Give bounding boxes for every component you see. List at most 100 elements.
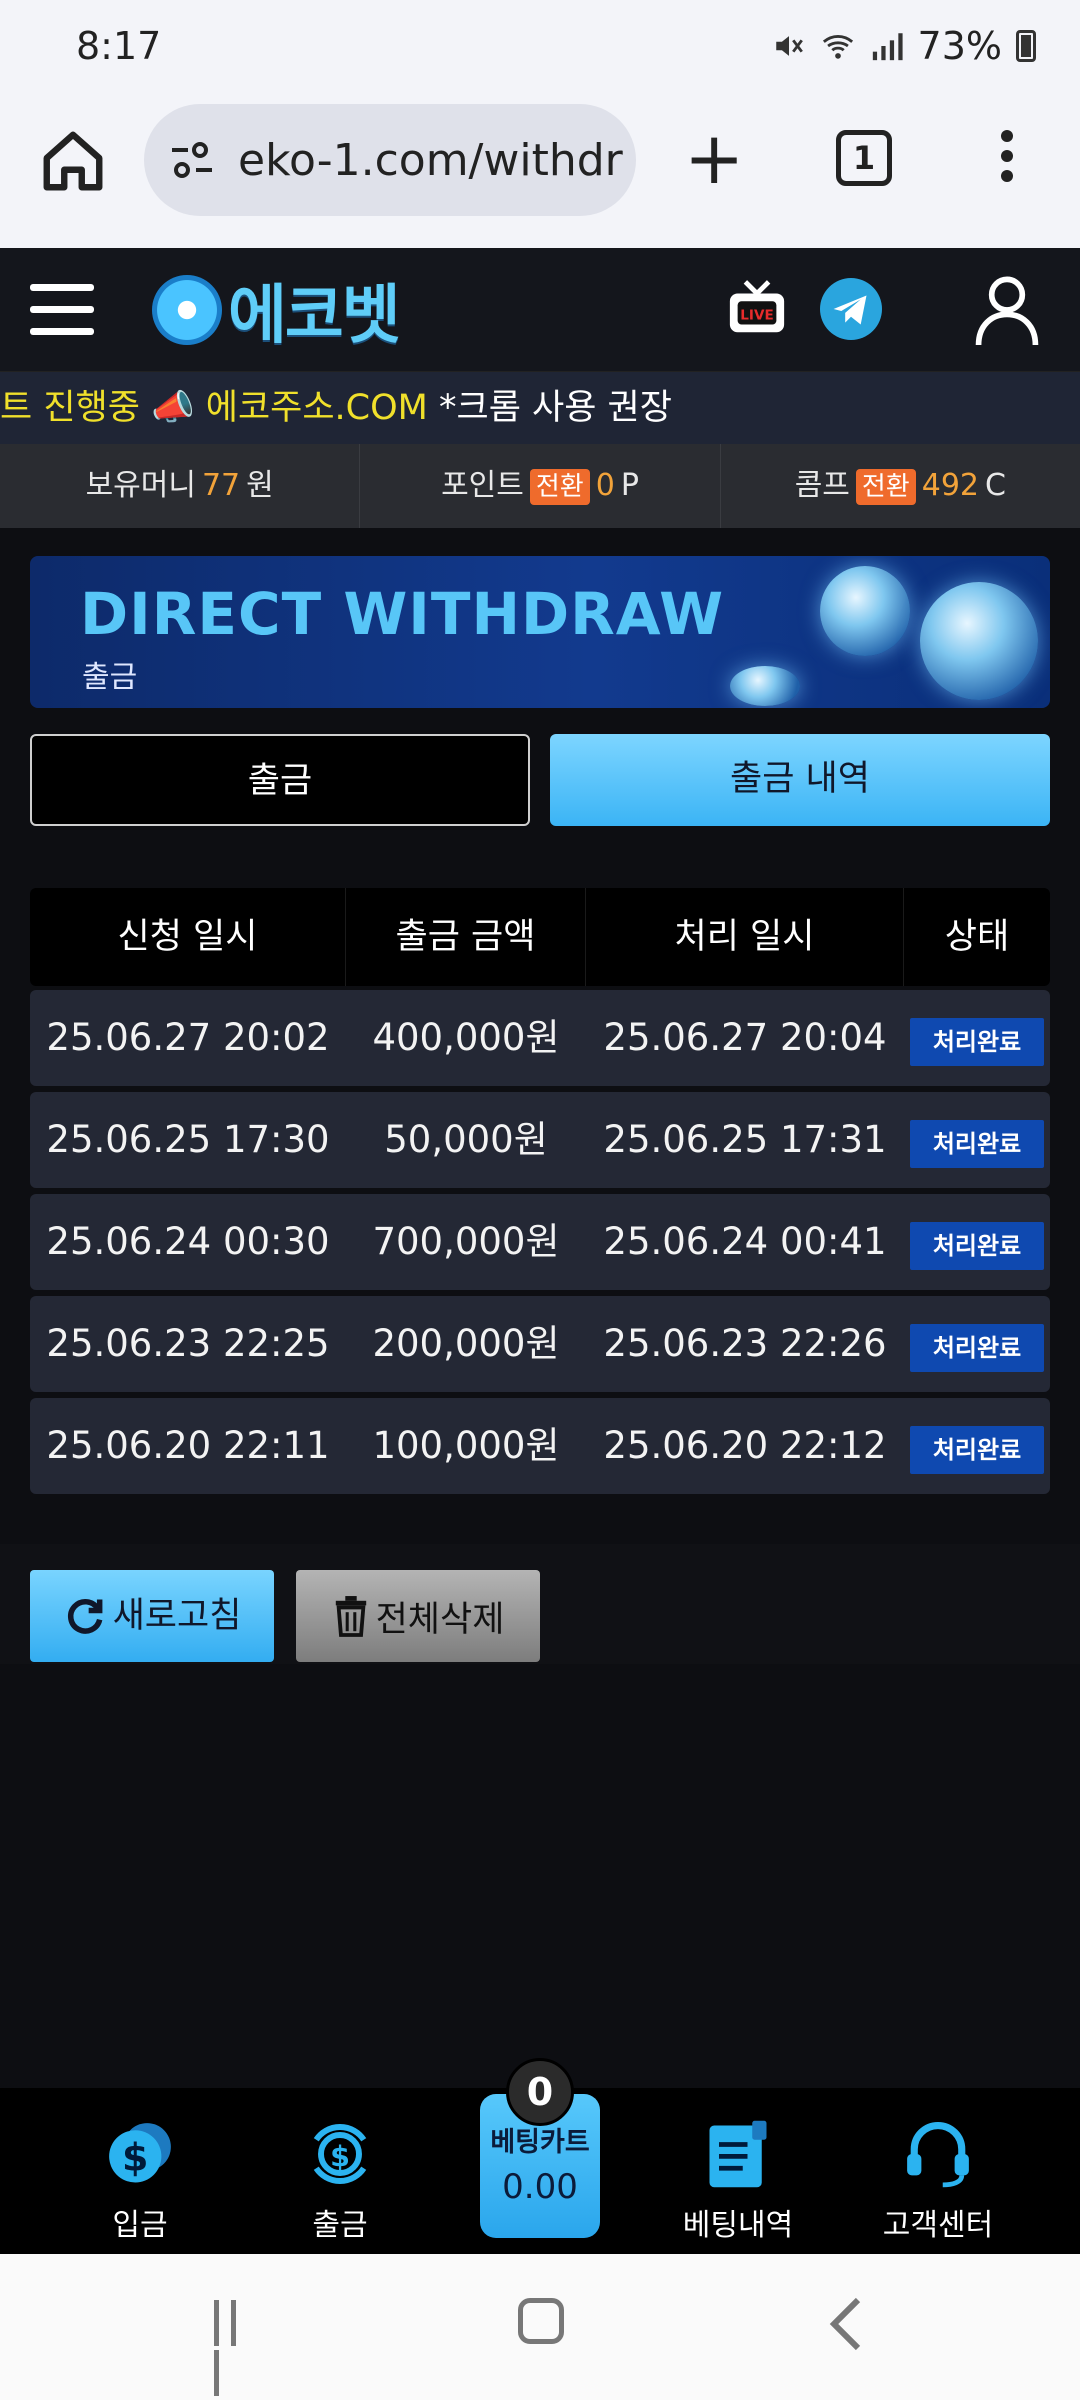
header-processed: 처리 일시 bbox=[586, 888, 904, 986]
status-badge: 처리완료 bbox=[910, 1222, 1044, 1270]
table-row: 25.06.24 00:30 700,000원 25.06.24 00:41 처… bbox=[30, 1194, 1050, 1290]
balance-money-unit: 원 bbox=[246, 468, 274, 503]
banner-title: DIRECT WITHDRAW bbox=[80, 580, 725, 648]
cart-value: 0.00 bbox=[502, 2167, 578, 2207]
row-processed: 25.06.23 22:26 bbox=[603, 1322, 887, 1365]
coin-image bbox=[820, 566, 910, 656]
row-requested: 25.06.25 17:30 bbox=[46, 1118, 330, 1161]
row-amount: 200,000원 bbox=[372, 1322, 560, 1365]
table-actions: 새로고침 전체삭제 bbox=[0, 1544, 1080, 1664]
banner-subtitle: 출금 bbox=[82, 660, 138, 695]
withdraw-banner: DIRECT WITHDRAW 출금 bbox=[30, 556, 1050, 708]
recent-apps-icon[interactable] bbox=[214, 2300, 262, 2396]
tab-withdraw[interactable]: 출금 bbox=[30, 734, 530, 826]
row-requested: 25.06.23 22:25 bbox=[46, 1322, 330, 1365]
wifi-icon bbox=[822, 35, 853, 59]
url-text: eko-1.com/withdr bbox=[238, 134, 623, 186]
tab-switcher-button[interactable]: 1 bbox=[836, 130, 892, 186]
status-badge: 처리완료 bbox=[910, 1120, 1044, 1168]
row-processed: 25.06.27 20:04 bbox=[603, 1016, 887, 1059]
site-settings-icon[interactable] bbox=[168, 140, 216, 180]
status-badge: 처리완료 bbox=[910, 1018, 1044, 1066]
header-amount: 출금 금액 bbox=[346, 888, 586, 986]
trash-icon bbox=[335, 1596, 366, 1637]
browser-menu-button[interactable] bbox=[992, 130, 1022, 190]
status-badge: 처리완료 bbox=[910, 1324, 1044, 1372]
balance-point-label: 포인트 bbox=[441, 468, 524, 503]
balance-point-value: 0 bbox=[595, 468, 615, 503]
site-logo[interactable]: 에코벳 bbox=[152, 270, 401, 353]
row-processed: 25.06.24 00:41 bbox=[603, 1220, 887, 1263]
battery-icon bbox=[1016, 30, 1036, 62]
tab-withdraw-history[interactable]: 출금 내역 bbox=[550, 734, 1050, 826]
back-icon[interactable] bbox=[826, 2294, 866, 2354]
coin-image bbox=[730, 666, 800, 706]
nav-withdraw-label: 출금 bbox=[312, 2208, 368, 2243]
status-bar: 8:17 73% bbox=[0, 0, 1080, 96]
deposit-coin-icon: $ bbox=[109, 2123, 171, 2183]
comp-convert-button[interactable]: 전환 bbox=[855, 468, 916, 505]
refresh-button[interactable]: 새로고침 bbox=[30, 1570, 274, 1662]
system-home-icon[interactable] bbox=[518, 2298, 564, 2344]
balance-comp-value: 492 bbox=[921, 468, 979, 503]
user-icon[interactable] bbox=[972, 272, 1042, 348]
balance-point-unit: P bbox=[620, 468, 639, 503]
nav-deposit-label: 입금 bbox=[112, 2208, 168, 2243]
withdraw-coin-icon: $ bbox=[313, 2124, 367, 2184]
telegram-icon[interactable] bbox=[820, 278, 882, 340]
point-convert-button[interactable]: 전환 bbox=[529, 468, 590, 505]
svg-text:$: $ bbox=[330, 2140, 350, 2173]
row-amount: 700,000원 bbox=[372, 1220, 560, 1263]
nav-withdraw[interactable]: $ 출금 bbox=[250, 2088, 430, 2254]
nav-bet-history-label: 베팅내역 bbox=[682, 2208, 794, 2243]
system-nav-bar bbox=[0, 2254, 1080, 2400]
coin-image bbox=[920, 582, 1038, 700]
balance-point: 포인트 전환 0 P bbox=[360, 444, 721, 528]
table-row: 25.06.23 22:25 200,000원 25.06.23 22:26 처… bbox=[30, 1296, 1050, 1392]
menu-icon[interactable] bbox=[30, 284, 94, 336]
row-requested: 25.06.27 20:02 bbox=[46, 1016, 330, 1059]
live-tv-icon[interactable]: LIVE bbox=[726, 278, 788, 340]
row-amount: 400,000원 bbox=[372, 1016, 560, 1059]
row-requested: 25.06.20 22:11 bbox=[46, 1424, 330, 1467]
table-row: 25.06.20 22:11 100,000원 25.06.20 22:12 처… bbox=[30, 1398, 1050, 1494]
marquee-text-highlight: 트 진행중 📣 에코주소.COM bbox=[0, 388, 428, 428]
table-row: 25.06.27 20:02 400,000원 25.06.27 20:04 처… bbox=[30, 990, 1050, 1086]
history-table-header: 신청 일시 출금 금액 처리 일시 상태 bbox=[30, 888, 1050, 986]
balance-money-value: 77 bbox=[201, 468, 241, 503]
row-amount: 100,000원 bbox=[372, 1424, 560, 1467]
bet-history-icon bbox=[709, 2120, 767, 2188]
home-icon[interactable] bbox=[38, 126, 108, 196]
headset-icon bbox=[907, 2122, 969, 2188]
nav-support-label: 고객센터 bbox=[882, 2208, 994, 2243]
row-processed: 25.06.20 22:12 bbox=[603, 1424, 887, 1467]
svg-text:$: $ bbox=[122, 2136, 148, 2180]
battery-percent: 73% bbox=[917, 24, 1002, 68]
logo-text: 에코벳 bbox=[228, 279, 401, 353]
refresh-icon bbox=[67, 1598, 103, 1634]
nav-bet-history[interactable]: 베팅내역 bbox=[648, 2088, 828, 2254]
logo-mark-icon bbox=[152, 275, 222, 345]
cart-count-badge: 0 bbox=[506, 2058, 574, 2126]
marquee-text: *크롬 사용 권장 bbox=[427, 388, 672, 428]
status-icons: 73% bbox=[772, 24, 1036, 68]
svg-text:LIVE: LIVE bbox=[740, 308, 773, 324]
delete-all-label: 전체삭제 bbox=[375, 1599, 505, 1640]
row-requested: 25.06.24 00:30 bbox=[46, 1220, 330, 1263]
nav-support[interactable]: 고객센터 bbox=[848, 2088, 1028, 2254]
status-badge: 처리완료 bbox=[910, 1426, 1044, 1474]
mute-icon bbox=[775, 36, 803, 56]
balance-money: 보유머니 77 원 bbox=[0, 444, 361, 528]
browser-toolbar: eko-1.com/withdr + 1 bbox=[0, 96, 1080, 248]
header-requested: 신청 일시 bbox=[30, 888, 346, 986]
site-header: 에코벳 LIVE bbox=[0, 248, 1080, 372]
balance-money-label: 보유머니 bbox=[85, 468, 196, 503]
address-bar[interactable]: eko-1.com/withdr bbox=[144, 104, 636, 216]
balance-comp-label: 콤프 bbox=[794, 468, 850, 503]
delete-all-button[interactable]: 전체삭제 bbox=[296, 1570, 540, 1662]
notice-marquee: 트 진행중 📣 에코주소.COM *크롬 사용 권장 bbox=[0, 372, 1080, 444]
nav-deposit[interactable]: $ 입금 bbox=[50, 2088, 230, 2254]
refresh-label: 새로고침 bbox=[112, 1596, 242, 1636]
row-amount: 50,000원 bbox=[384, 1118, 548, 1161]
new-tab-button[interactable]: + bbox=[684, 118, 744, 198]
